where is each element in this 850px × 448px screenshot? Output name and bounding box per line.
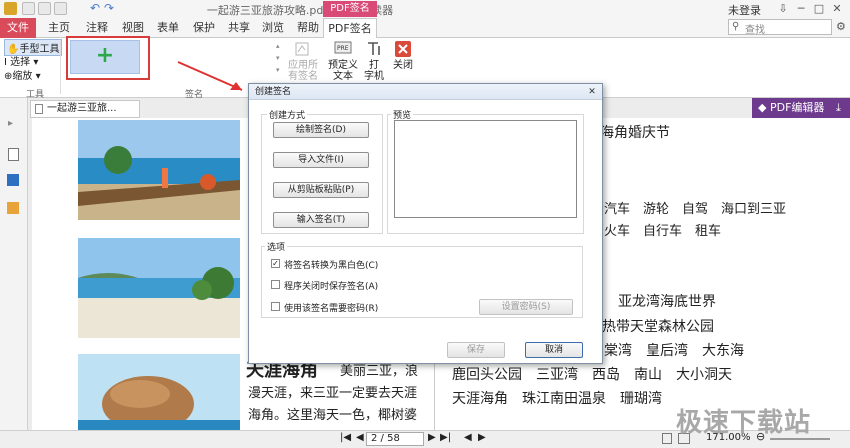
maximize-icon[interactable]: □ <box>812 2 826 16</box>
title-bar: ↶ ↷ 一起游三亚旅游攻略.pdf - 福昕阅读器 PDF签名 未登录 ⇩ ─ … <box>0 0 850 18</box>
add-signature-plus-icon[interactable]: + <box>70 40 140 74</box>
document-tab[interactable]: 一起游三亚旅... <box>30 100 140 118</box>
single-page-view-icon[interactable] <box>662 433 672 444</box>
type-signature-button[interactable]: 输入签名(T) <box>273 212 369 228</box>
method-group-label: 创建方式 <box>267 108 308 121</box>
right-text-line: 天涯海角 珠江南田温泉 珊瑚湾 <box>452 391 662 407</box>
undo-icon[interactable]: ↶ <box>90 1 100 15</box>
watermark: 极速下载站 <box>676 408 812 438</box>
predefined-text-button[interactable]: PRE 预定义 文本 <box>326 40 360 82</box>
cancel-button[interactable]: 取消 <box>525 342 583 358</box>
require-password-label: 使用该签名需要密码(R) <box>284 304 379 314</box>
options-group-label: 选项 <box>265 240 288 253</box>
settings-gear-icon[interactable]: ⚙ <box>836 20 846 33</box>
prev-page-icon[interactable]: ◀ <box>356 432 364 443</box>
typewriter-button[interactable]: 打 字机 <box>362 40 386 82</box>
tab-home[interactable]: 主页 <box>42 18 76 38</box>
close-window-icon[interactable]: ✕ <box>830 2 844 16</box>
redo-icon[interactable]: ↷ <box>104 1 114 15</box>
apply-all-signatures-button[interactable]: 应用所 有签名 <box>286 40 320 82</box>
dialog-title: 创建签名 <box>249 84 602 100</box>
tab-form[interactable]: 表单 <box>151 18 185 38</box>
pdf-editor-button[interactable]: ◆ PDF编辑器 ⤓ <box>752 98 850 118</box>
set-password-button[interactable]: 设置密码(S) <box>479 299 573 315</box>
body-line: 漫天涯，来三亚一定要去天涯 <box>248 386 418 401</box>
tab-comment[interactable]: 注释 <box>80 18 114 38</box>
back-icon[interactable]: ◀ <box>464 432 472 443</box>
right-text-line: 汽车 游轮 自驾 海口到三亚 <box>604 202 787 217</box>
group-divider <box>60 40 61 94</box>
print-icon[interactable] <box>54 2 67 15</box>
gallery-scroll[interactable]: ▴ ▾ ▾ <box>276 40 280 76</box>
editor-icon: ◆ <box>758 101 767 114</box>
zoom-tool-button[interactable]: ⊕缩放 ▾ <box>4 67 41 82</box>
pages-icon[interactable] <box>8 148 19 161</box>
tab-pdf-signature[interactable]: PDF签名 <box>323 18 377 39</box>
body-line: 海角。这里海天一色，椰树婆 <box>248 408 418 423</box>
bw-checkbox[interactable]: ✓ <box>271 259 280 268</box>
page-number-input[interactable]: 2 / 58 <box>366 432 424 446</box>
create-signature-dialog: 创建签名 ✕ 创建方式 绘制签名(D) 导入文件(I) 从剪贴板粘贴(P) 输入… <box>248 83 603 364</box>
tab-file[interactable]: 文件 <box>0 18 36 38</box>
app-icon <box>4 2 17 15</box>
ribbon-toggle-icon[interactable]: ⇩ <box>776 2 790 16</box>
tab-help[interactable]: 帮助 <box>291 18 325 38</box>
require-password-checkbox[interactable] <box>271 302 280 311</box>
last-page-icon[interactable]: ▶| <box>440 432 451 443</box>
right-text-line: 海角婚庆节 <box>600 125 670 141</box>
search-box[interactable]: ⚲ 查找 <box>728 19 832 36</box>
save-on-close-label: 程序关闭时保存签名(A) <box>284 282 379 292</box>
beach-photo-2 <box>78 238 240 338</box>
layers-icon[interactable] <box>7 174 19 186</box>
import-file-button[interactable]: 导入文件(I) <box>273 152 369 168</box>
close-red-icon <box>395 41 411 57</box>
signature-preview <box>394 120 577 218</box>
draw-signature-button[interactable]: 绘制签名(D) <box>273 122 369 138</box>
search-icon: ⚲ <box>732 21 740 32</box>
tools-group-label: 工具 <box>26 90 45 100</box>
next-page-icon[interactable]: ▶ <box>428 432 436 443</box>
beach-photo-1 <box>78 120 240 220</box>
rock-photo <box>78 354 240 430</box>
save-button[interactable]: 保存 <box>447 342 505 358</box>
paste-clipboard-button[interactable]: 从剪贴板粘贴(P) <box>273 182 369 198</box>
tab-protect[interactable]: 保护 <box>187 18 221 38</box>
minimize-icon[interactable]: ─ <box>794 2 808 16</box>
red-arrow-annotation <box>177 61 243 91</box>
window-title: 一起游三亚旅游攻略.pdf - 福昕阅读器 <box>206 4 394 17</box>
bookmarks-icon[interactable] <box>7 202 19 214</box>
context-tab-header: PDF签名 <box>323 1 377 17</box>
open-icon[interactable] <box>22 2 35 15</box>
bw-checkbox-label: 将签名转换为黑白色(C) <box>284 261 379 271</box>
forward-icon[interactable]: ▶ <box>478 432 486 443</box>
tab-browse[interactable]: 浏览 <box>256 18 290 38</box>
document-icon <box>35 104 43 114</box>
left-sidebar: ▸ <box>0 98 28 430</box>
search-placeholder: 查找 <box>745 25 765 36</box>
tab-share[interactable]: 共享 <box>222 18 256 38</box>
right-text-line: 亚龙湾海底世界 <box>618 294 716 310</box>
predefined-text-icon: PRE <box>334 41 352 54</box>
typewriter-icon <box>368 42 380 55</box>
dialog-close-icon[interactable]: ✕ <box>586 86 598 98</box>
tab-view[interactable]: 视图 <box>116 18 150 38</box>
svg-text:PRE: PRE <box>337 45 349 52</box>
close-signature-button[interactable]: 关闭 <box>390 40 416 71</box>
login-link[interactable]: 未登录 <box>728 2 761 18</box>
save-icon[interactable] <box>38 2 51 15</box>
right-text-line: 鹿回头公园 三亚湾 西岛 南山 大小洞天 <box>452 367 732 383</box>
download-icon: ⤓ <box>836 101 841 114</box>
save-on-close-checkbox[interactable] <box>271 280 280 289</box>
ribbon-tabs: 文件 主页 注释 视图 表单 保护 共享 浏览 帮助 PDF签名 <box>0 18 850 39</box>
right-text-line: 棠湾 皇后湾 大东海 <box>604 343 744 359</box>
first-page-icon[interactable]: |◀ <box>340 432 351 443</box>
right-text-line: 火车 自行车 租车 <box>604 224 722 239</box>
collapse-arrow-icon[interactable]: ▸ <box>8 118 13 129</box>
right-text-line: 热带天堂森林公园 <box>602 319 714 335</box>
select-tool-button[interactable]: Ⅰ 选择 ▾ <box>4 53 38 68</box>
apply-signature-icon <box>295 42 309 56</box>
